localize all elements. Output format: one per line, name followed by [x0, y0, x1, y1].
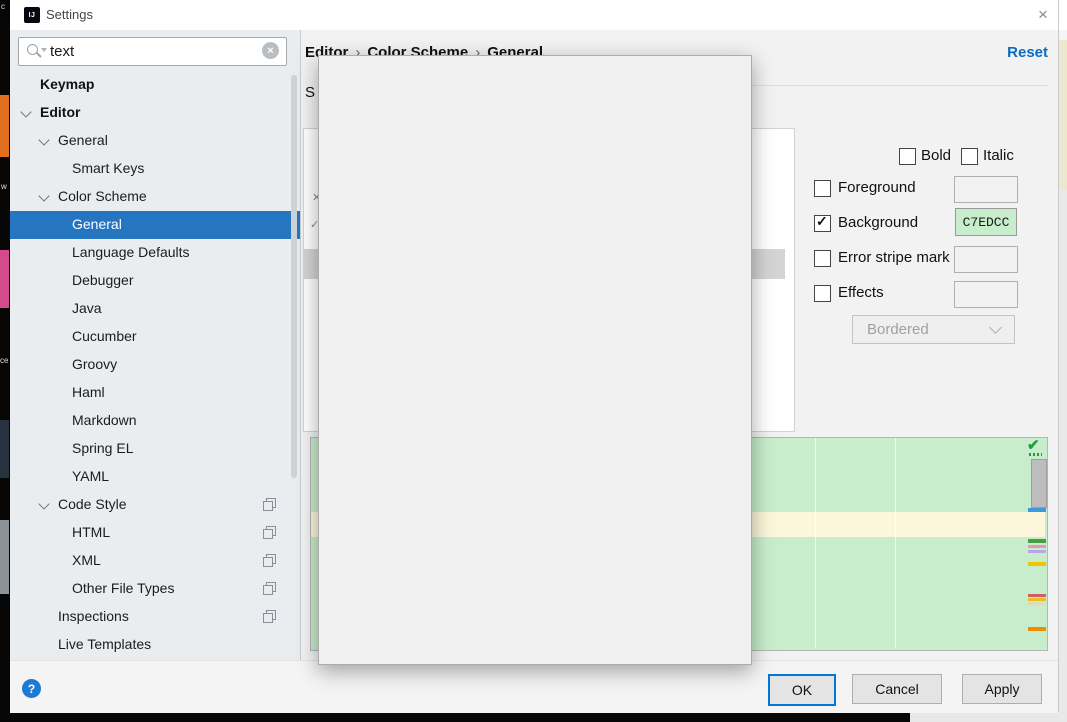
copy-indicator-icon	[263, 526, 276, 539]
desktop-icon-fragment	[0, 95, 9, 157]
chevron-down-icon[interactable]	[20, 106, 32, 118]
sidebar-scrollbar[interactable]	[291, 75, 297, 478]
copy-indicator-icon	[263, 498, 276, 511]
sidebar-item-live-templates[interactable]: Live Templates	[10, 631, 300, 659]
chevron-down-icon[interactable]	[38, 498, 50, 510]
sidebar-item-inspections[interactable]: Inspections	[10, 603, 300, 631]
sidebar-item-keymap[interactable]: Keymap	[10, 71, 300, 99]
foreground-color-field[interactable]	[954, 176, 1018, 203]
error-stripe-color-field[interactable]	[954, 246, 1018, 273]
stripe-mark	[1028, 545, 1046, 548]
sidebar-item-java[interactable]: Java	[10, 295, 300, 323]
select-color-dialog	[318, 55, 752, 665]
stripe-mark	[1028, 562, 1046, 566]
window-title: Settings	[46, 7, 93, 22]
sidebar-item-groovy[interactable]: Groovy	[10, 351, 300, 379]
background-window-strip	[910, 712, 1067, 722]
desktop-icon-fragment	[0, 250, 9, 308]
desktop-icon-fragment	[0, 420, 9, 478]
sidebar-item-code-style[interactable]: Code Style	[10, 491, 300, 519]
sidebar-item-editor[interactable]: Editor	[10, 99, 300, 127]
sidebar-item-debugger[interactable]: Debugger	[10, 267, 300, 295]
reset-link[interactable]: Reset	[1003, 44, 1048, 61]
search-filter-caret-icon[interactable]	[41, 48, 47, 52]
background-label: Background	[838, 214, 919, 231]
desktop-fragment-text: ce	[0, 356, 9, 365]
intellij-logo-icon: IJ	[24, 7, 40, 23]
preview-scrollbar-thumb[interactable]	[1031, 459, 1047, 508]
scheme-label-partial: S	[305, 84, 316, 101]
window-close-icon[interactable]: ×	[1032, 4, 1054, 26]
stripe-mark	[1028, 594, 1046, 597]
sidebar-item-haml[interactable]: Haml	[10, 379, 300, 407]
sidebar-item-xml[interactable]: XML	[10, 547, 300, 575]
stripe-mark	[1028, 627, 1046, 631]
sidebar-item-markdown[interactable]: Markdown	[10, 407, 300, 435]
sidebar-item-yaml[interactable]: YAML	[10, 463, 300, 491]
background-window-strip	[1058, 30, 1067, 40]
copy-indicator-icon	[263, 582, 276, 595]
stripe-mark	[1028, 602, 1046, 605]
background-window-strip	[1058, 190, 1067, 712]
italic-checkbox[interactable]	[961, 148, 978, 165]
desktop-fragment-text: c	[1, 2, 5, 11]
stripe-mark	[1028, 550, 1046, 553]
background-editor-strip	[1058, 40, 1067, 190]
help-button[interactable]: ?	[22, 679, 41, 698]
sidebar-item-language-defaults[interactable]: Language Defaults	[10, 239, 300, 267]
foreground-label: Foreground	[838, 179, 916, 196]
sidebar-item-general[interactable]: General	[10, 127, 300, 155]
copy-indicator-icon	[263, 554, 276, 567]
desktop-fragment-text: w	[1, 182, 7, 191]
effects-color-field[interactable]	[954, 281, 1018, 308]
screen: c w ce IJ Settings × text × Keymap Edito…	[0, 0, 1067, 722]
stripe-mark	[1028, 598, 1046, 601]
stripe-mark	[1028, 539, 1046, 543]
sidebar-item-cucumber[interactable]: Cucumber	[10, 323, 300, 351]
inspections-ok-zigzag	[1029, 453, 1042, 456]
error-stripe-checkbox[interactable]	[814, 250, 831, 267]
bold-checkbox[interactable]	[899, 148, 916, 165]
background-window-strip	[1058, 0, 1067, 30]
chevron-down-icon[interactable]	[38, 134, 50, 146]
stripe-mark	[1028, 508, 1046, 512]
italic-label: Italic	[983, 147, 1014, 164]
effects-style-dropdown: Bordered	[852, 315, 1015, 344]
preview-indent-guide	[815, 438, 816, 648]
foreground-checkbox[interactable]	[814, 180, 831, 197]
copy-indicator-icon	[263, 610, 276, 623]
chevron-down-icon[interactable]	[38, 190, 50, 202]
effects-checkbox[interactable]	[814, 285, 831, 302]
effects-label: Effects	[838, 284, 884, 301]
background-color-field[interactable]: C7EDCC	[955, 208, 1017, 236]
chevron-down-icon	[989, 321, 1002, 334]
cancel-button[interactable]: Cancel	[852, 674, 942, 704]
search-value: text	[50, 43, 75, 60]
sidebar-item-general-selected[interactable]: General	[10, 211, 300, 239]
background-checkbox[interactable]	[814, 213, 831, 232]
desktop-icon-fragment	[0, 520, 9, 594]
apply-button[interactable]: Apply	[962, 674, 1042, 704]
search-clear-icon[interactable]: ×	[262, 42, 279, 59]
sidebar-item-color-scheme[interactable]: Color Scheme	[10, 183, 300, 211]
bold-label: Bold	[921, 147, 952, 164]
sidebar-item-spring-el[interactable]: Spring EL	[10, 435, 300, 463]
title-bar	[10, 0, 1058, 30]
sidebar-item-other-file-types[interactable]: Other File Types	[10, 575, 300, 603]
inspections-ok-icon: ✔	[1027, 437, 1040, 454]
sidebar-item-smart-keys[interactable]: Smart Keys	[10, 155, 300, 183]
preview-indent-guide	[895, 438, 896, 648]
sidebar-item-html[interactable]: HTML	[10, 519, 300, 547]
ok-button[interactable]: OK	[768, 674, 836, 706]
error-stripe-label: Error stripe mark	[838, 249, 950, 266]
